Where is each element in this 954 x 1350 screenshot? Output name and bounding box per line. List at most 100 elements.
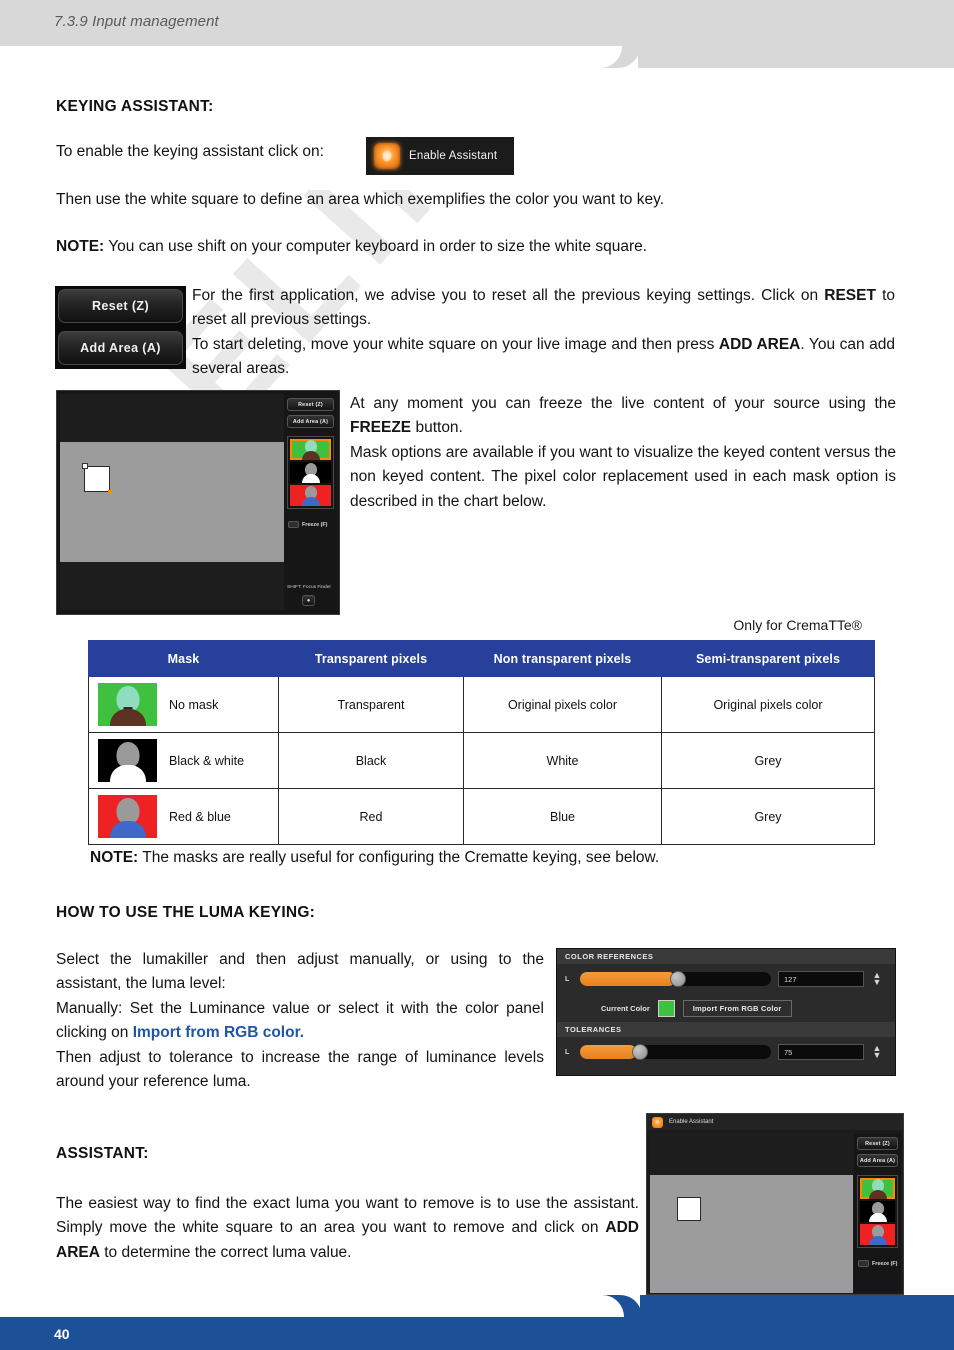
reset-instructions-paragraph: For the first application, we advise you… (192, 284, 895, 382)
color-reference-slider[interactable] (580, 971, 771, 987)
current-color-swatch[interactable] (657, 999, 675, 1017)
thumb-body-shape (868, 1190, 887, 1199)
heading-luma-keying: HOW TO USE THE LUMA KEYING: (56, 904, 316, 921)
assistant-side-panel: Reset (Z) Add Area (A) Freeze (F) (854, 1133, 901, 1293)
page-content: KEYING ASSISTANT: To enable the keying a… (0, 0, 954, 1300)
column-header-transparent: Transparent pixels (278, 640, 464, 677)
reset-addarea-button-group: Reset (Z) Add Area (A) (55, 286, 186, 369)
note-masks-paragraph: NOTE: The masks are really useful for co… (90, 846, 659, 870)
current-color-label: Current Color (601, 1003, 650, 1013)
import-rgb-link[interactable]: Import from RGB color. (133, 1024, 304, 1041)
assistant-preview-stage (60, 394, 284, 610)
assistant-add-area-button[interactable]: Add Area (A) (857, 1154, 898, 1167)
slider-fill (580, 1045, 638, 1059)
tolerance-slider[interactable] (580, 1044, 771, 1060)
color-reference-stepper-icon[interactable]: ▲ ▼ (871, 971, 883, 987)
freeze-mask-paragraph: At any moment you can freeze the live co… (350, 392, 896, 514)
mask-options-paragraph: Mask options are available if you want t… (350, 443, 896, 510)
page-footer: 40 (0, 1292, 954, 1350)
mask-thumb-black-white[interactable] (290, 462, 331, 483)
slider-knob[interactable] (631, 1044, 648, 1060)
assistant-para-part1: The easiest way to find the exact luma y… (56, 1195, 639, 1237)
enable-assistant-button[interactable]: Enable Assistant (366, 137, 514, 175)
footer-band-extension (640, 1295, 954, 1350)
thumb-body-shape (868, 1213, 887, 1222)
reset-button[interactable]: Reset (Z) (58, 289, 183, 323)
slider-fill (580, 972, 676, 986)
mask-thumb-black-white[interactable] (860, 1201, 895, 1222)
power-toggle-icon[interactable] (652, 1116, 663, 1128)
white-selection-square[interactable] (677, 1197, 701, 1221)
assistant-window-titlebar: Enable Assistant (647, 1114, 903, 1130)
row-mask-cell: No mask (88, 676, 279, 733)
freeze-toggle-row[interactable]: Freeze (F) (288, 521, 337, 528)
note-label-2: NOTE: (90, 849, 139, 866)
slider-knob[interactable] (669, 971, 686, 987)
white-square-line: Then use the white square to define an a… (56, 191, 665, 208)
table-row: Black & white Black White Grey (88, 732, 875, 789)
enable-assistant-line: To enable the keying assistant click on: (56, 143, 324, 160)
import-from-rgb-color-button[interactable]: Import From RGB Color (682, 999, 792, 1017)
column-header-mask: Mask (88, 640, 279, 677)
tolerance-slider-row: L 75 ▲ ▼ (557, 1037, 895, 1067)
color-references-panel: COLOR REFERENCES L 127 ▲ ▼ Current Color … (556, 948, 896, 1076)
thumb-body-shape (868, 1236, 887, 1245)
add-area-button[interactable]: Add Area (A) (58, 331, 183, 365)
mask-thumb-no-mask[interactable] (290, 439, 331, 460)
heading-keying-assistant: KEYING ASSISTANT: (56, 98, 214, 115)
cell-semi-transparent: Grey (661, 788, 875, 845)
section-header-tolerances: TOLERANCES (557, 1022, 895, 1037)
cell-transparent: Red (278, 788, 464, 845)
assistant-reset-button[interactable]: Reset (Z) (857, 1137, 898, 1150)
heading-assistant: ASSISTANT: (56, 1145, 149, 1162)
assistant-side-panel: Reset (Z) Add Area (A) Freeze (F) (284, 394, 337, 610)
mask-name-label: Black & white (169, 753, 245, 768)
thumb-body-shape (301, 474, 320, 483)
assistant-reset-button[interactable]: Reset (Z) (287, 398, 334, 411)
magnifier-icon[interactable]: ● (302, 595, 315, 606)
note-text-1: You can use shift on your computer keybo… (104, 238, 648, 255)
addarea-keyword: ADD AREA (718, 335, 801, 353)
table-thumb-black-white (98, 739, 157, 782)
reset-keyword: RESET (824, 287, 876, 304)
section-header-color-references: COLOR REFERENCES (557, 949, 895, 964)
assistant-video-area (60, 442, 284, 562)
mask-thumb-no-mask[interactable] (860, 1178, 895, 1199)
mask-thumb-red-blue[interactable] (860, 1224, 895, 1245)
column-header-semi-transparent: Semi-transparent pixels (661, 640, 875, 677)
freeze-switch-icon[interactable] (288, 521, 299, 528)
assistant-add-area-button[interactable]: Add Area (A) (287, 415, 334, 428)
mask-thumbnail-group (857, 1175, 898, 1248)
white-selection-square[interactable] (82, 463, 112, 494)
freeze-switch-icon[interactable] (858, 1260, 869, 1267)
table-thumb-red-blue (98, 795, 157, 838)
tolerance-value-field[interactable]: 75 (778, 1044, 864, 1060)
thumb-body-shape (301, 451, 320, 460)
freeze-para-part1: At any moment you can freeze the live co… (350, 395, 896, 412)
reset-para-part1: For the first application, we advise you… (192, 287, 825, 304)
cell-non-transparent: Original pixels color (463, 676, 662, 733)
freeze-keyword: FREEZE (350, 419, 412, 437)
cell-transparent: Black (278, 732, 464, 789)
keying-assistant-screenshot: Reset (Z) Add Area (A) Freeze (F) SHIFT:… (56, 390, 340, 615)
mask-thumbnail-group (287, 436, 334, 509)
cell-semi-transparent: Original pixels color (661, 676, 875, 733)
row-mask-cell: Red & blue (88, 788, 279, 845)
mask-options-table: Mask Transparent pixels Non transparent … (88, 640, 875, 845)
table-header-row: Mask Transparent pixels Non transparent … (88, 640, 875, 677)
table-trademark-note: Only for CremaTTe® (733, 617, 862, 633)
freeze-label: Freeze (F) (872, 1260, 898, 1267)
freeze-toggle-row[interactable]: Freeze (F) (858, 1260, 901, 1267)
table-row: No mask Transparent Original pixels colo… (88, 676, 875, 733)
assistant-video-area (650, 1175, 853, 1293)
mask-thumb-red-blue[interactable] (290, 485, 331, 506)
table-thumb-no-mask (98, 683, 157, 726)
thumb-body-shape (109, 709, 146, 726)
tolerance-axis-label: L (565, 1048, 570, 1056)
thumb-body-shape (109, 821, 146, 838)
color-reference-slider-row: L 127 ▲ ▼ (557, 964, 895, 994)
tolerance-stepper-icon[interactable]: ▲ ▼ (871, 1044, 883, 1060)
color-reference-value-field[interactable]: 127 (778, 971, 864, 987)
thumb-body-shape (301, 497, 320, 506)
note-shift-paragraph: NOTE: You can use shift on your computer… (56, 235, 647, 259)
